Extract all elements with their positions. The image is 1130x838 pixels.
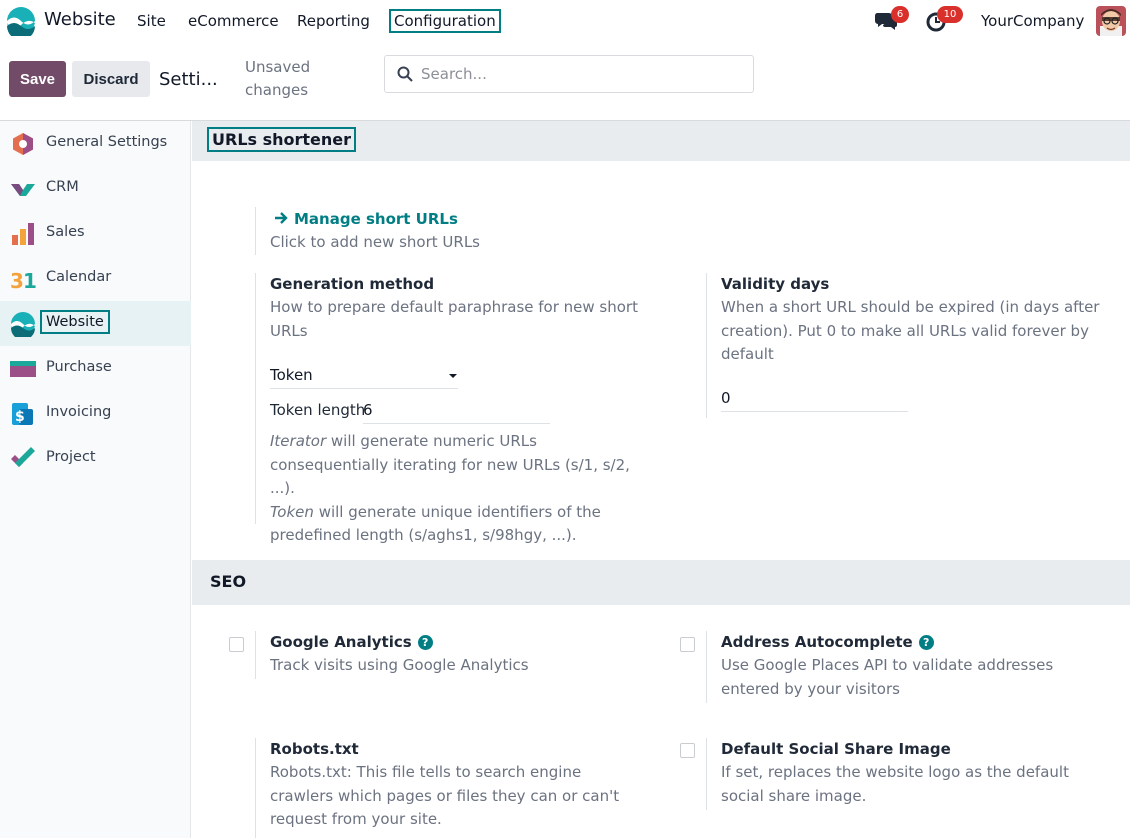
token-length-input[interactable]: 6 <box>363 400 550 424</box>
help-question-icon[interactable]: ? <box>918 635 934 650</box>
sidebar-item-website[interactable]: Website <box>0 301 191 346</box>
crm-icon <box>11 184 35 196</box>
activity-count-badge: 10 <box>937 6 963 23</box>
unsaved-changes-label: Unsaved changes <box>245 58 311 99</box>
general-settings-icon <box>13 133 33 155</box>
address-autocomplete-setting: Address Autocomplete? Use Google Places … <box>706 631 1106 703</box>
sidebar-item-invoicing[interactable]: $ Invoicing <box>0 391 191 436</box>
menu-ecommerce[interactable]: eCommerce <box>188 12 279 30</box>
social-share-image-setting: Default Social Share Image If set, repla… <box>706 738 1106 810</box>
breadcrumb-title: Setti... <box>159 69 218 90</box>
token-length-label: Token length <box>270 401 366 419</box>
token-length-value: 6 <box>363 401 373 419</box>
search-input[interactable] <box>421 63 741 85</box>
top-navbar: Website Site eCommerce Reporting Configu… <box>0 0 1130 42</box>
sidebar-item-label: Website <box>40 310 110 334</box>
search-icon <box>397 66 413 82</box>
google-analytics-desc: Track visits using Google Analytics <box>270 656 529 674</box>
sidebar-item-label: CRM <box>46 179 79 195</box>
manage-short-urls-desc: Click to add new short URLs <box>270 233 480 251</box>
svg-text:$: $ <box>15 409 25 425</box>
chat-count-badge: 6 <box>891 6 909 23</box>
sidebar-item-label: General Settings <box>46 134 168 150</box>
robots-txt-title[interactable]: Robots.txt <box>270 738 655 761</box>
project-icon <box>11 447 35 467</box>
google-analytics-title: Google Analytics <box>270 633 412 651</box>
arrow-right-icon <box>275 212 288 224</box>
help-question-icon[interactable]: ? <box>417 635 433 650</box>
robots-txt-desc: Robots.txt: This file tells to search en… <box>270 763 620 828</box>
iterator-word: Iterator <box>270 432 327 450</box>
validity-days-input[interactable]: 0 <box>721 387 908 412</box>
urls-shortener-section-title: URLs shortener <box>207 127 357 152</box>
urls-shortener-section-header: URLs shortener <box>192 121 1130 161</box>
svg-text:3: 3 <box>10 269 24 292</box>
google-analytics-checkbox[interactable] <box>229 637 244 652</box>
robots-txt-setting: Robots.txt Robots.txt: This file tells t… <box>255 738 655 838</box>
validity-days-desc: When a short URL should be expired (in d… <box>721 298 1100 363</box>
sidebar-item-label: Calendar <box>46 269 112 285</box>
website-icon <box>11 312 35 337</box>
google-analytics-setting: Google Analytics? Track visits using Goo… <box>255 631 655 679</box>
user-avatar[interactable] <box>1096 6 1126 36</box>
sidebar-item-purchase[interactable]: Purchase <box>0 346 191 391</box>
address-autocomplete-checkbox[interactable] <box>680 637 695 652</box>
sidebar-item-label: Sales <box>46 224 85 240</box>
menu-site[interactable]: Site <box>137 12 166 30</box>
sidebar-item-label: Purchase <box>46 359 112 375</box>
manage-short-urls-setting: Manage short URLs Click to add new short… <box>255 207 655 255</box>
seo-section-title: SEO <box>210 572 247 591</box>
settings-content: URLs shortener Manage short URLs Click t… <box>192 121 1130 838</box>
sidebar-item-calendar[interactable]: 3 1 Calendar <box>0 256 191 301</box>
sidebar-item-crm[interactable]: CRM <box>0 166 191 211</box>
company-switcher[interactable]: YourCompany <box>981 12 1084 30</box>
token-text: will generate unique identifiers of the … <box>270 502 601 545</box>
control-panel: Save Discard Setti... Unsaved changes <box>0 42 1130 121</box>
save-button[interactable]: Save <box>9 61 66 97</box>
sidebar-item-general-settings[interactable]: General Settings <box>0 121 191 166</box>
social-share-image-checkbox[interactable] <box>680 743 695 758</box>
sidebar-item-label: Project <box>46 449 96 465</box>
invoicing-icon: $ <box>12 403 33 425</box>
address-autocomplete-desc: Use Google Places API to validate addres… <box>721 656 1054 698</box>
social-share-image-desc: If set, replaces the website logo as the… <box>721 763 1069 805</box>
menu-reporting[interactable]: Reporting <box>297 12 370 30</box>
generation-method-title: Generation method <box>270 275 435 293</box>
menu-configuration[interactable]: Configuration <box>389 9 501 33</box>
sidebar-item-sales[interactable]: Sales <box>0 211 191 256</box>
generation-method-select[interactable]: Token <box>270 362 458 389</box>
app-name[interactable]: Website <box>44 9 116 30</box>
sidebar-item-label: Invoicing <box>46 404 112 420</box>
sales-icon <box>12 223 34 245</box>
validity-days-title: Validity days <box>721 275 830 293</box>
seo-section-header: SEO <box>192 560 1130 605</box>
search-bar[interactable] <box>384 55 754 93</box>
validity-days-value: 0 <box>721 389 731 407</box>
manage-short-urls-link[interactable]: Manage short URLs <box>294 210 458 228</box>
settings-sidebar: General Settings CRM Sales 3 1 Calendar … <box>0 121 191 838</box>
svg-text:1: 1 <box>23 269 36 292</box>
token-word: Token <box>270 502 314 521</box>
social-share-image-title: Default Social Share Image <box>721 740 951 758</box>
generation-help-text: Iterator will generate numeric URLs cons… <box>270 430 650 548</box>
generation-method-value: Token <box>270 366 313 384</box>
sidebar-item-project[interactable]: Project <box>0 436 191 481</box>
caret-down-icon <box>449 374 457 378</box>
discard-button[interactable]: Discard <box>72 61 150 97</box>
generation-method-desc: How to prepare default paraphrase for ne… <box>270 298 638 340</box>
website-app-icon[interactable] <box>6 6 36 36</box>
purchase-icon <box>10 361 36 377</box>
address-autocomplete-title: Address Autocomplete <box>721 633 913 651</box>
calendar-icon: 3 1 <box>10 269 36 292</box>
